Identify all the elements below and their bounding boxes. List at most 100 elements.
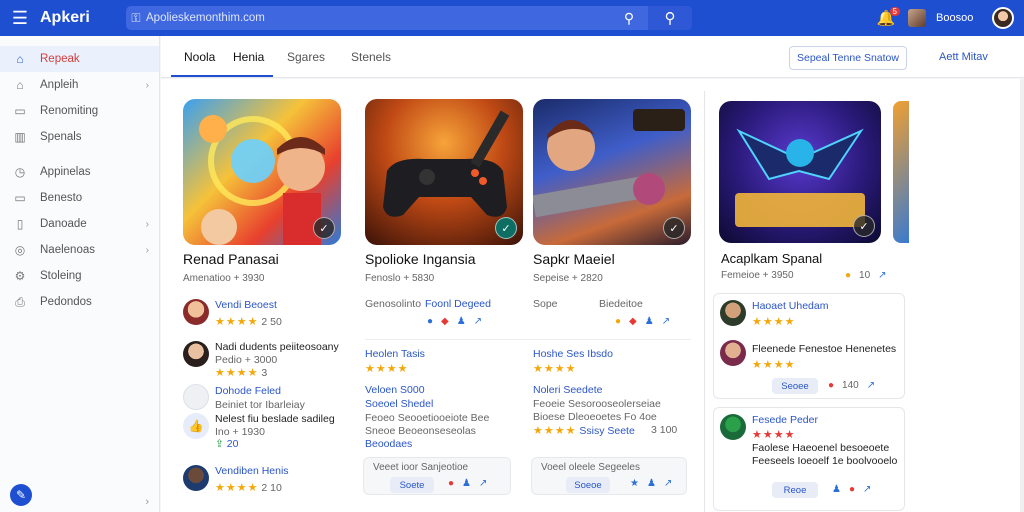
- like-icon[interactable]: ♟: [457, 316, 466, 327]
- sidebar-item-stoleing[interactable]: ⚙ Stoleing: [0, 263, 159, 289]
- review-author[interactable]: Vendi Beoest: [215, 299, 277, 311]
- verified-icon: ✓: [853, 215, 875, 237]
- share-icon[interactable]: ↗: [479, 478, 487, 489]
- review-author[interactable]: Vendiben Henis: [215, 465, 289, 477]
- user-name[interactable]: Boosoo: [936, 12, 982, 24]
- heart-icon[interactable]: ●: [828, 380, 834, 391]
- tab-henia[interactable]: Henia: [233, 50, 264, 64]
- section-title[interactable]: Noleri Seedete: [533, 384, 602, 396]
- globe-icon: ◎: [14, 243, 26, 257]
- heart-icon[interactable]: ●: [849, 484, 855, 495]
- game-thumbnail[interactable]: ✓: [183, 99, 341, 245]
- emoji-icon[interactable]: ●: [845, 270, 851, 281]
- share-icon[interactable]: ↗: [867, 380, 875, 391]
- sidebar-item-anpleih[interactable]: ⌂ Anpleih ›: [0, 72, 159, 98]
- search-button[interactable]: ⚲: [648, 6, 692, 30]
- panel-button[interactable]: Soeoe: [566, 477, 610, 493]
- section-title[interactable]: Veloen S000: [365, 384, 425, 396]
- search-input[interactable]: Apolieskemonthim.com: [146, 12, 610, 24]
- reaction-row: ● ◆ ♟ ↗: [615, 316, 678, 327]
- app-brand[interactable]: Apkeri: [40, 9, 126, 27]
- avatar[interactable]: [720, 340, 746, 366]
- section-link[interactable]: Beoodaes: [365, 438, 412, 450]
- avatar[interactable]: [720, 414, 746, 440]
- scrollbar[interactable]: [1020, 79, 1024, 512]
- like-icon[interactable]: ♟: [647, 478, 656, 489]
- like-icon[interactable]: 👍: [183, 413, 209, 439]
- star-icon[interactable]: ★: [630, 478, 639, 489]
- thumbs-up-icon[interactable]: ⇪: [215, 438, 224, 450]
- avatar[interactable]: [183, 384, 209, 410]
- settings-icon: ⚙: [14, 269, 26, 283]
- game-title[interactable]: Sapkr Maeiel: [533, 251, 615, 267]
- section-subtitle[interactable]: Soeoel Shedel: [365, 398, 433, 410]
- review-author[interactable]: Haoaet Uhedam: [752, 300, 828, 312]
- add-button[interactable]: Aett Mitav: [939, 51, 988, 63]
- like-icon[interactable]: ♟: [832, 484, 841, 495]
- sidebar-item-repeak[interactable]: ⌂ Repeak: [0, 46, 159, 72]
- panel-button[interactable]: Soete: [390, 477, 434, 493]
- heart-icon[interactable]: ◆: [441, 316, 449, 327]
- avatar[interactable]: [992, 7, 1014, 29]
- chevron-right-icon[interactable]: ›: [145, 496, 149, 508]
- sidebar-item-naelenoas[interactable]: ◎ Naelenoas ›: [0, 237, 159, 263]
- review-button[interactable]: Seoee: [772, 378, 818, 394]
- review-text: Fleenede Fenestoe Henenetes: [752, 343, 897, 355]
- avatar[interactable]: [183, 299, 209, 325]
- sidebar-item-benesto[interactable]: ▭ Benesto: [0, 185, 159, 211]
- next-thumbnail-peek[interactable]: [893, 101, 909, 243]
- notification-icon[interactable]: 🔔 5: [874, 7, 900, 27]
- main-content: ✓ Renad Panasai Amenatioo + 3930 Vendi B…: [161, 79, 1024, 512]
- avatar[interactable]: [183, 465, 209, 491]
- reaction-row: ♟ ● ↗: [832, 484, 879, 495]
- menu-icon[interactable]: ☰: [0, 0, 40, 36]
- share-icon[interactable]: ↗: [878, 270, 886, 281]
- share-icon[interactable]: ↗: [664, 478, 672, 489]
- search-box[interactable]: ⚿ Apolieskemonthim.com ⚲ ⚲: [126, 6, 692, 30]
- review-actions: ⇪ 20: [215, 438, 238, 450]
- tab-stenels[interactable]: Stenels: [351, 50, 391, 64]
- star-rating-icon: ★★★★: [752, 359, 796, 371]
- tab-noola[interactable]: Noola: [184, 50, 215, 64]
- tab-sgares[interactable]: Sgares: [287, 50, 325, 64]
- review-author[interactable]: Nadi dudents peiiteosoany: [215, 341, 339, 353]
- section-title[interactable]: Hoshe Ses Ibsdo: [533, 348, 613, 360]
- review-rating: ★★★★ 2 50: [215, 315, 282, 328]
- review-author[interactable]: Fesede Peder: [752, 414, 818, 426]
- like-icon[interactable]: ♟: [645, 316, 654, 327]
- emoji-icon[interactable]: ●: [615, 316, 621, 327]
- game-title[interactable]: Acaplkam Spanal: [721, 251, 822, 266]
- sidebar-item-pedondos[interactable]: ⎙ Pedondos: [0, 289, 159, 315]
- profile-thumbnail[interactable]: [908, 9, 926, 27]
- review-author[interactable]: Nelest fiu beslade sadileg: [215, 413, 335, 425]
- sidebar-item-appinelas[interactable]: ◷ Appinelas: [0, 159, 159, 185]
- sidebar-item-spenals[interactable]: ▥ Spenals: [0, 124, 159, 150]
- heart-icon[interactable]: ●: [448, 478, 454, 489]
- game-title[interactable]: Spolioke Ingansia: [365, 251, 476, 267]
- heart-icon[interactable]: ◆: [629, 316, 637, 327]
- game-title[interactable]: Renad Panasai: [183, 251, 279, 267]
- rating-value: 3: [261, 367, 268, 379]
- section-title[interactable]: Heolen Tasis: [365, 348, 425, 360]
- star-rating-icon: ★★★★: [533, 425, 577, 437]
- filter-button[interactable]: Sepeal Tenne Snatow: [789, 46, 907, 70]
- like-icon[interactable]: ♟: [462, 478, 471, 489]
- search-icon[interactable]: ⚲: [610, 10, 648, 27]
- game-thumbnail[interactable]: ✓: [533, 99, 691, 245]
- game-subtitle: Amenatioo + 3930: [183, 273, 265, 284]
- game-thumbnail[interactable]: ✓: [719, 101, 881, 243]
- share-icon[interactable]: ↗: [474, 316, 482, 327]
- review-author[interactable]: Dohode Feled: [215, 385, 281, 397]
- share-icon[interactable]: ↗: [863, 484, 871, 495]
- chat-icon[interactable]: ●: [427, 316, 433, 327]
- avatar[interactable]: [183, 341, 209, 367]
- compose-button[interactable]: ✎: [10, 484, 32, 506]
- avatar[interactable]: [720, 300, 746, 326]
- sidebar-item-renomiting[interactable]: ▭ Renomiting: [0, 98, 159, 124]
- section-link[interactable]: Ssisy Seete: [579, 425, 634, 437]
- game-thumbnail[interactable]: ✓: [365, 99, 523, 245]
- meta-link[interactable]: Foonl Degeed: [425, 298, 491, 310]
- share-icon[interactable]: ↗: [662, 316, 670, 327]
- sidebar-item-danoade[interactable]: ▯ Danoade ›: [0, 211, 159, 237]
- review-button[interactable]: Reoe: [772, 482, 818, 498]
